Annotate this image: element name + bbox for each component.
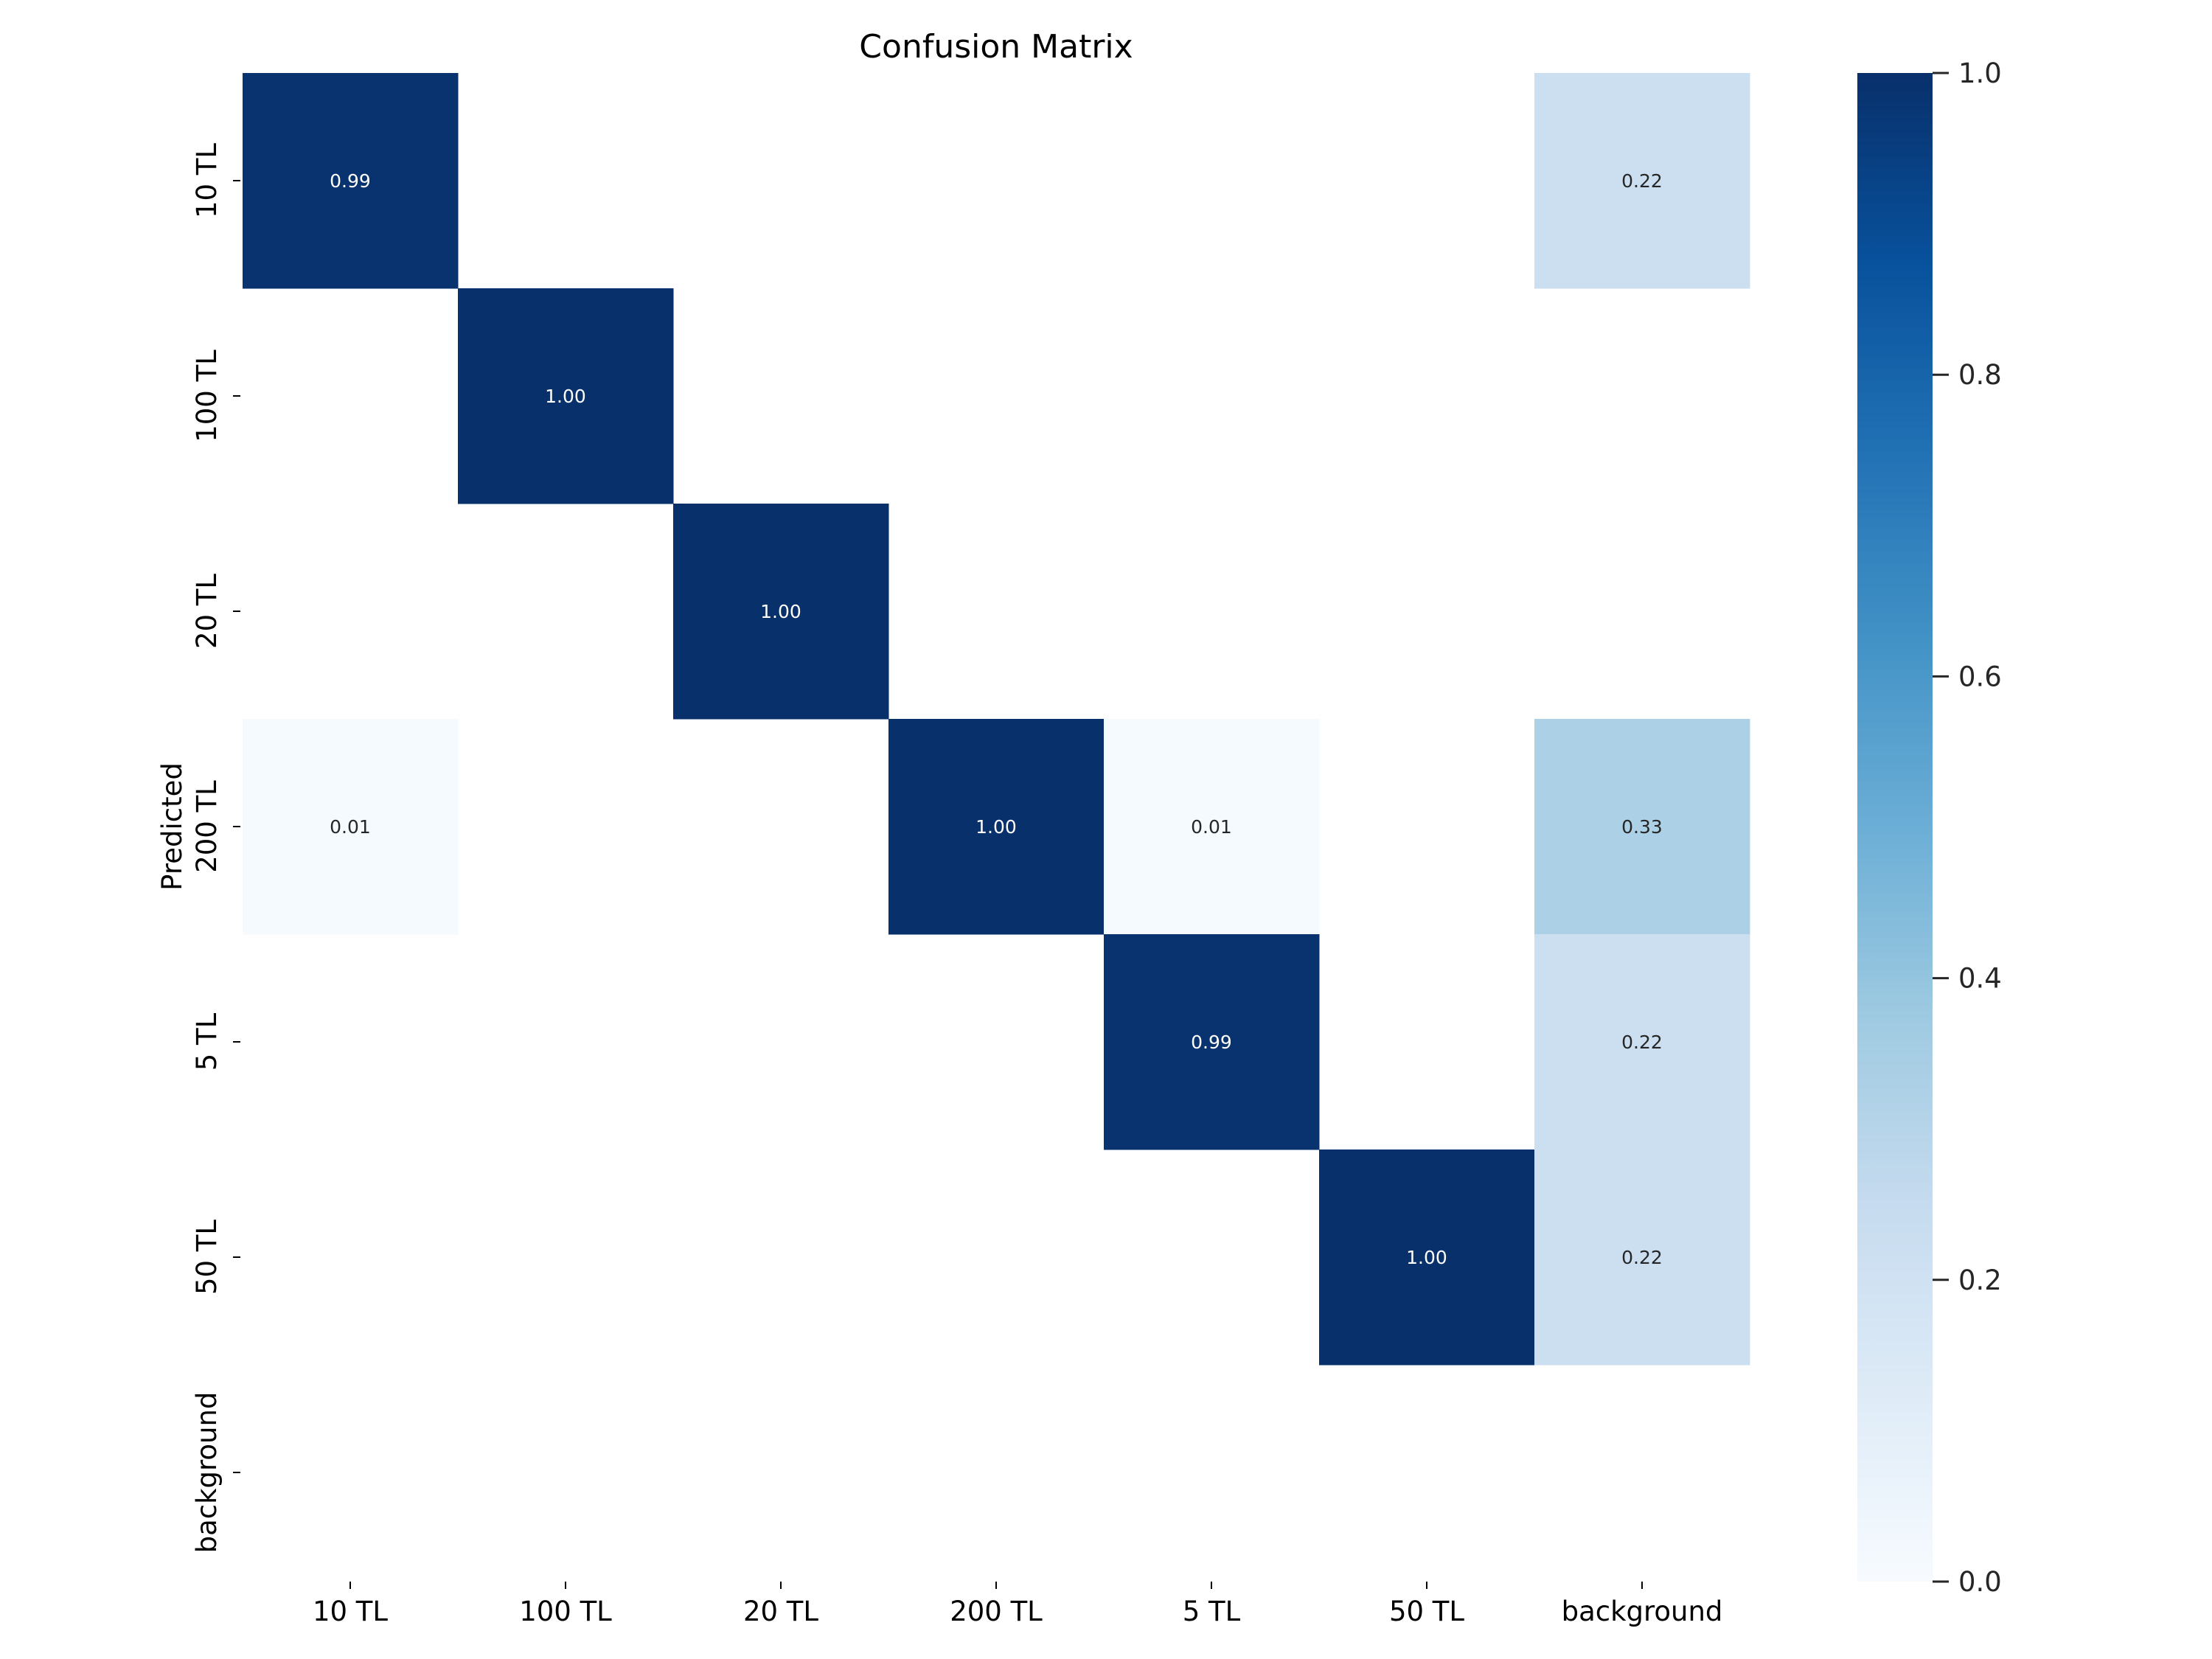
cell-value-label: 0.22 — [1621, 1247, 1663, 1268]
cell-value-label: 0.22 — [1621, 1032, 1663, 1053]
x-tick-label: 200 TL — [950, 1596, 1043, 1627]
y-tick-label: 100 TL — [191, 349, 223, 442]
colorbar-tick-label: 0.6 — [1958, 661, 2002, 692]
x-tick-label: 100 TL — [519, 1596, 612, 1627]
cell-value-label: 1.00 — [1406, 1247, 1447, 1268]
cell-value-label: 0.99 — [330, 170, 371, 192]
y-axis-label: Predicted — [156, 762, 188, 891]
y-tick-label: 5 TL — [191, 1012, 223, 1071]
y-tick-label: background — [191, 1392, 223, 1554]
colorbar-tick-label: 0.2 — [1958, 1265, 2002, 1296]
cell-value-label: 1.00 — [760, 601, 801, 622]
colorbar-tick-label: 0.0 — [1958, 1566, 2002, 1598]
cell-value-label: 1.00 — [545, 386, 586, 407]
y-tick-label: 10 TL — [191, 143, 223, 218]
cell-value-label: 0.01 — [330, 816, 371, 838]
cell-value-label: 0.99 — [1191, 1032, 1232, 1053]
colorbar — [1857, 73, 1933, 1582]
x-tick-label: background — [1562, 1596, 1723, 1627]
confusion-matrix-chart: Confusion Matrix 0.99 0.22 1.00 1.00 0.01 1.0… — [0, 0, 2212, 1659]
cell-value-label: 1.00 — [975, 816, 1017, 838]
cell-value-label: 0.33 — [1621, 816, 1663, 838]
y-tick-label: 200 TL — [191, 780, 223, 873]
x-tick-label: 5 TL — [1183, 1596, 1241, 1627]
colorbar-tick-label: 0.4 — [1958, 963, 2002, 995]
y-tick-label: 20 TL — [191, 574, 223, 649]
y-tick-label: 50 TL — [191, 1220, 223, 1295]
cell-value-label: 0.22 — [1621, 170, 1663, 192]
colorbar-tick-label: 1.0 — [1958, 58, 2002, 89]
x-tick-label: 20 TL — [743, 1596, 818, 1627]
x-tick-label: 50 TL — [1389, 1596, 1464, 1627]
cell-value-label: 0.01 — [1191, 816, 1232, 838]
x-tick-label: 10 TL — [313, 1596, 388, 1627]
colorbar-tick-label: 0.8 — [1958, 359, 2002, 391]
chart-title: Confusion Matrix — [859, 28, 1133, 66]
